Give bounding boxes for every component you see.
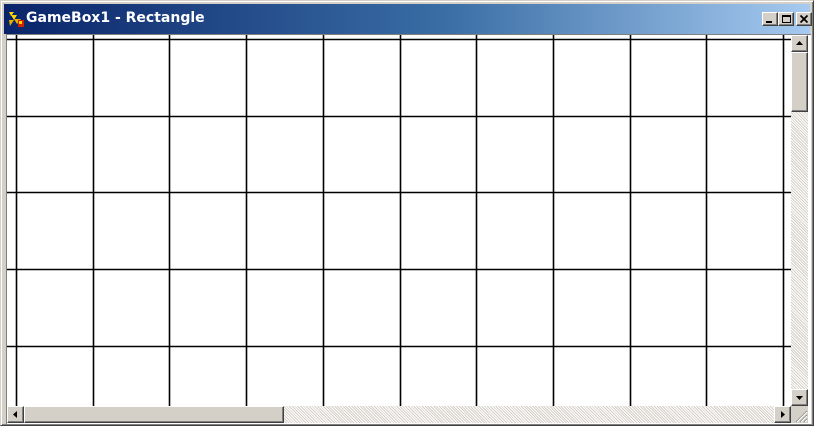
horizontal-scrollbar[interactable] [7,406,791,423]
resize-grip[interactable] [791,406,808,423]
arrow-right-icon [781,411,785,418]
minimize-button[interactable] [762,12,778,26]
window-title: GameBox1 - Rectangle [26,10,205,26]
app-window: GameBox1 - Rectangle [0,0,814,426]
grid-svg[interactable] [7,35,791,406]
scroll-left-button[interactable] [7,406,24,423]
scroll-up-button[interactable] [791,35,808,52]
game-client-area [6,34,811,424]
title-bar[interactable]: GameBox1 - Rectangle [4,4,812,34]
gamebox-app-icon[interactable] [8,11,26,29]
close-icon [799,14,809,24]
vertical-scrollbar[interactable] [791,35,808,406]
maximize-button[interactable] [778,12,794,26]
scroll-right-button[interactable] [774,406,791,423]
minimize-icon [766,21,772,23]
arrow-down-icon [796,396,803,400]
close-button[interactable] [796,12,812,26]
maximize-icon [782,15,791,23]
arrow-up-icon [796,41,803,45]
horizontal-scroll-thumb[interactable] [24,406,284,423]
vertical-scroll-thumb[interactable] [791,52,808,112]
rectangle-grid-canvas[interactable] [7,35,791,406]
resize-grip-icon [795,410,808,423]
scroll-down-button[interactable] [791,389,808,406]
arrow-left-icon [13,411,17,418]
